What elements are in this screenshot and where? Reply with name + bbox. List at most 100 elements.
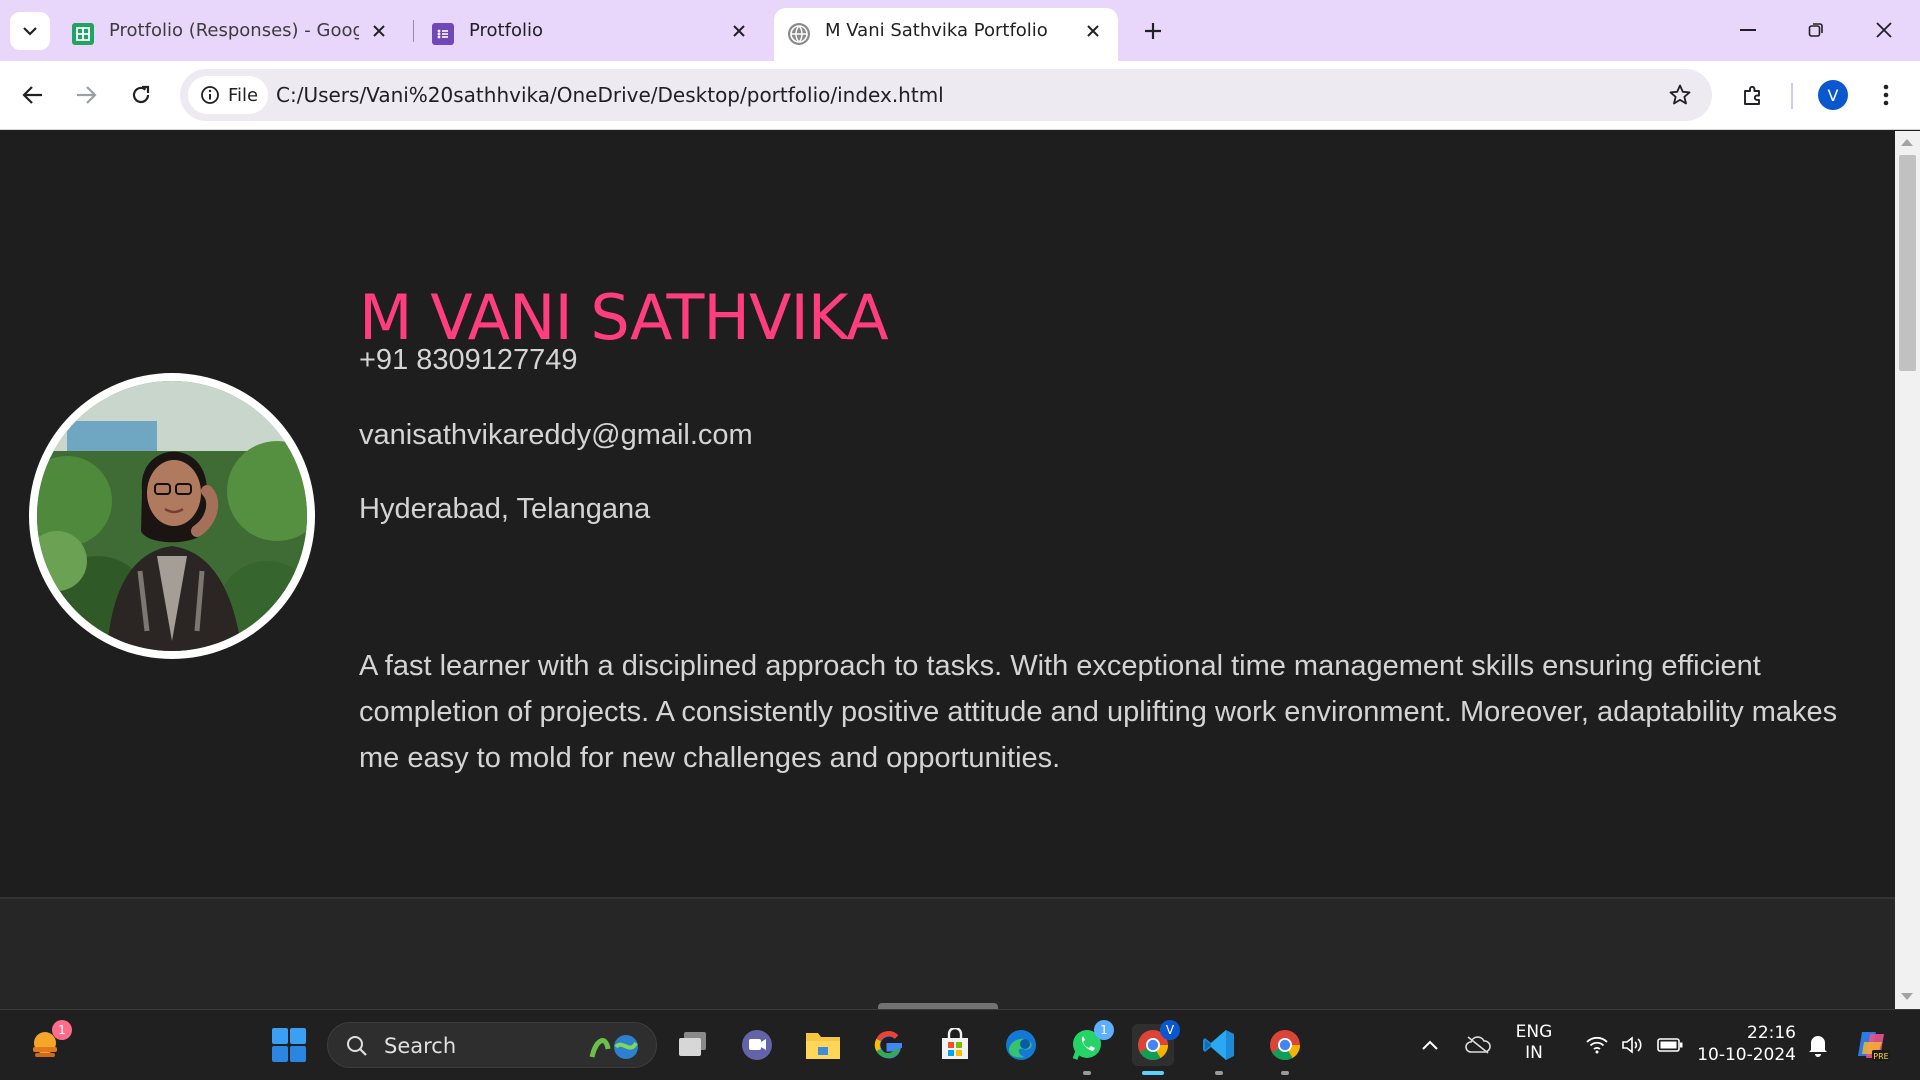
address-bar[interactable]: File C:/Users/Vani%20sathhvika/OneDrive/… [180, 69, 1712, 121]
google-icon [874, 1031, 902, 1059]
clock[interactable]: 22:16 10-10-2024 [1696, 1022, 1796, 1066]
search-icon [347, 1036, 367, 1056]
teams-chat-button[interactable] [736, 1024, 778, 1066]
tab-responses[interactable]: Protfolio (Responses) - Google F [58, 8, 404, 61]
file-explorer-icon [806, 1033, 840, 1059]
search-highlight-icon [589, 1035, 638, 1059]
scroll-down-arrow-icon[interactable] [1901, 993, 1913, 1000]
quick-settings-button[interactable] [1572, 1024, 1696, 1066]
scrollbar-thumb[interactable] [1899, 155, 1916, 371]
minimize-button[interactable] [1720, 10, 1776, 50]
active-indicator [1142, 1071, 1164, 1075]
extensions-button[interactable] [1733, 75, 1773, 115]
new-tab-button[interactable] [1138, 16, 1168, 46]
globe-icon [788, 23, 810, 45]
clock-time: 22:16 [1747, 1023, 1796, 1043]
email-address: vanisathvikareddy@gmail.com [359, 419, 753, 451]
plus-icon [1145, 23, 1161, 39]
tab-portfolio-active[interactable]: M Vani Sathvika Portfolio [774, 8, 1118, 61]
phone-number: +91 8309127749 [359, 344, 578, 376]
edge-button[interactable] [1000, 1024, 1042, 1066]
profile-photo [29, 373, 315, 659]
tab-strip: Protfolio (Responses) - Google F Protfol… [0, 0, 1920, 61]
start-icon [272, 1028, 306, 1062]
google-forms-icon [432, 23, 454, 45]
widgets-badge: 1 [52, 1020, 72, 1040]
wifi-icon [1586, 1036, 1608, 1054]
onedrive-offline-icon [1465, 1036, 1491, 1054]
whatsapp-button[interactable]: 1 [1066, 1020, 1114, 1075]
start-button[interactable] [268, 1024, 310, 1066]
close-tab-icon[interactable] [368, 20, 390, 42]
restore-icon [1808, 23, 1823, 37]
google-sheets-icon [72, 23, 94, 45]
microsoft-store-button[interactable] [934, 1024, 976, 1066]
language-code: ENG [1515, 1022, 1553, 1042]
whatsapp-badge: 1 [1094, 1020, 1114, 1040]
chrome-profile-badge: V [1160, 1020, 1180, 1040]
url-text[interactable]: C:/Users/Vani%20sathhvika/OneDrive/Deskt… [276, 69, 944, 121]
svg-text:PRE: PRE [1873, 1052, 1888, 1061]
page-scrollbar[interactable] [1895, 131, 1920, 1009]
tab-separator [413, 20, 414, 42]
bell-icon [1809, 1036, 1827, 1057]
back-button[interactable] [13, 75, 53, 115]
forward-button[interactable] [66, 75, 106, 115]
language-region: IN [1525, 1043, 1543, 1063]
microsoft-store-icon [942, 1028, 968, 1059]
arrow-right-icon [77, 86, 97, 104]
volume-icon [1622, 1036, 1642, 1054]
chevron-down-icon [23, 26, 37, 36]
toolbar-divider [1791, 83, 1793, 109]
browser-toolbar: File C:/Users/Vani%20sathhvika/OneDrive/… [0, 61, 1920, 130]
task-view-button[interactable] [672, 1024, 714, 1066]
site-info-chip[interactable]: File [188, 76, 268, 114]
language-indicator[interactable]: ENG IN [1506, 1022, 1562, 1064]
running-indicator [1083, 1071, 1091, 1075]
reload-button[interactable] [121, 75, 161, 115]
chrome-second-button[interactable] [1264, 1024, 1306, 1075]
next-section [0, 897, 1895, 1009]
chrome-active-button[interactable]: V [1132, 1020, 1180, 1075]
location: Hyderabad, Telangana [359, 493, 651, 525]
close-tab-icon[interactable] [728, 20, 750, 42]
page-viewport: M VANI SATHVIKA +91 8309127749 vanisathv… [0, 131, 1895, 1009]
close-window-button[interactable] [1856, 10, 1912, 50]
info-icon [201, 86, 219, 104]
scroll-up-arrow-icon[interactable] [1901, 139, 1913, 146]
search-label: Search [384, 1034, 457, 1058]
google-app-button[interactable] [868, 1024, 910, 1066]
reload-icon [132, 85, 150, 104]
widgets-button[interactable]: 1 [24, 1020, 72, 1066]
running-indicator [1215, 1071, 1223, 1075]
onedrive-button[interactable] [1458, 1024, 1498, 1066]
file-explorer-button[interactable] [802, 1024, 844, 1066]
close-icon [1876, 22, 1892, 38]
chrome-icon [1270, 1030, 1300, 1061]
taskbar-search[interactable]: Search [327, 1022, 657, 1068]
battery-icon [1657, 1038, 1683, 1052]
bookmark-star-button[interactable] [1666, 81, 1694, 109]
restore-button[interactable] [1788, 10, 1844, 50]
clock-date: 10-10-2024 [1697, 1045, 1796, 1065]
vscode-button[interactable] [1198, 1024, 1240, 1075]
show-hidden-icons-button[interactable] [1410, 1024, 1450, 1066]
edge-icon [1006, 1030, 1036, 1060]
tab-search-button[interactable] [10, 12, 50, 50]
tab-protfolio[interactable]: Protfolio [418, 8, 764, 61]
tab-title: Protfolio [469, 20, 543, 41]
puzzle-icon [1744, 85, 1760, 105]
windows-taskbar: 1 Search 1 V ENG IN 22:16 10-10-2024 PRE [0, 1009, 1920, 1080]
chrome-menu-button[interactable] [1866, 75, 1906, 115]
profile-avatar[interactable]: V [1818, 80, 1848, 110]
site-info-label: File [228, 84, 259, 106]
star-icon [1669, 84, 1691, 105]
close-tab-icon[interactable] [1082, 20, 1104, 42]
more-vertical-icon [1883, 84, 1889, 106]
notifications-button[interactable] [1798, 1024, 1838, 1066]
running-indicator [1281, 1071, 1289, 1075]
copilot-button[interactable]: PRE [1850, 1024, 1894, 1066]
copilot-icon: PRE [1858, 1032, 1890, 1061]
tab-title: Protfolio (Responses) - Google F [109, 20, 359, 41]
teams-chat-icon [742, 1030, 772, 1060]
